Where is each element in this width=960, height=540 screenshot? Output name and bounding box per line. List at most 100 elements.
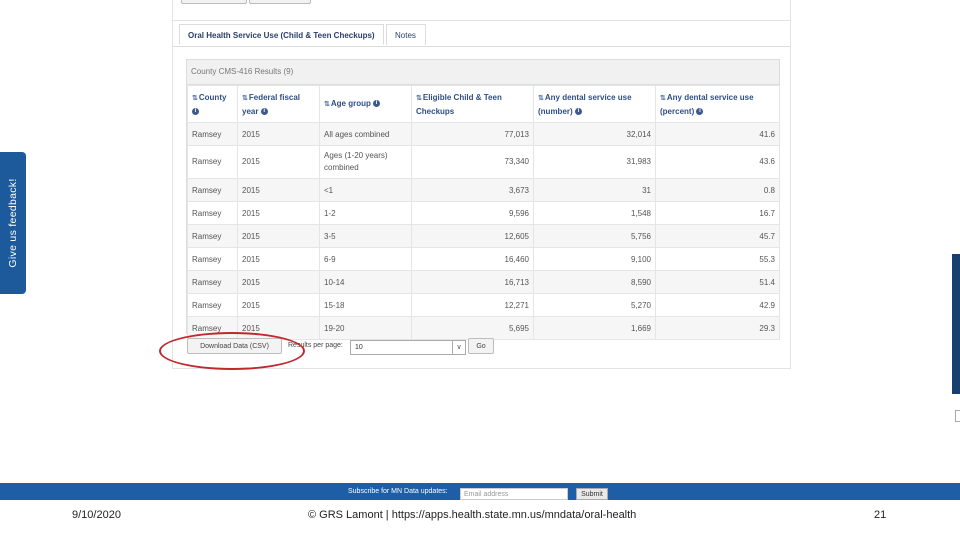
table-row: Ramsey 2015 3-5 12,605 5,756 45.7 [187,224,780,248]
table-cell: 45.7 [655,224,780,248]
table-cell: Ramsey [187,122,238,146]
column-header[interactable]: ⇅Federal fiscal year i [237,85,320,123]
sort-arrows-icon[interactable]: ⇅ [660,95,666,102]
table-cell: 42.9 [655,293,780,317]
table-cell: <1 [319,178,412,202]
column-header[interactable]: ⇅County i [187,85,238,123]
table-cell: Ramsey [187,293,238,317]
table-cell: 10-14 [319,270,412,294]
table-cell: Ramsey [187,201,238,225]
top-button-stub[interactable] [181,0,247,4]
column-header-label: Any dental service use (percent) [660,92,754,116]
table-cell: 77,013 [411,122,534,146]
info-circle-icon[interactable]: i [574,107,582,115]
table-cell: 2015 [237,293,320,317]
table-cell: 9,596 [411,201,534,225]
column-header[interactable]: ⇅Eligible Child & Teen Checkups [411,85,534,123]
subscribe-label: Subscribe for MN Data updates: [348,488,448,495]
table-row: Ramsey 2015 6-9 16,460 9,100 55.3 [187,247,780,271]
top-button-stub[interactable] [249,0,311,4]
table-cell: 55.3 [655,247,780,271]
column-header-label: Any dental service use (number) [538,92,632,116]
results-heading: County CMS-416 Results (9) [187,60,779,85]
column-header-label: Age group [330,99,371,108]
table-cell: 1,548 [533,201,656,225]
tab-oral-health-service-use[interactable]: Oral Health Service Use (Child & Teen Ch… [179,24,384,45]
table-row: Ramsey 2015 10-14 16,713 8,590 51.4 [187,270,780,294]
slide-number: 21 [874,509,887,521]
table-cell: 41.6 [655,122,780,146]
table-cell: 2015 [237,201,320,225]
table-cell: 2015 [237,270,320,294]
go-button[interactable]: Go [468,338,494,354]
table-cell: 5,270 [533,293,656,317]
table-cell: 16.7 [655,201,780,225]
table-header-row: ⇅County i ⇅Federal fiscal year i ⇅Age grou… [187,85,780,123]
sort-arrows-icon[interactable]: ⇅ [324,101,330,108]
table-cell: 16,713 [411,270,534,294]
info-circle-icon[interactable]: i [373,100,381,108]
table-cell: 16,460 [411,247,534,271]
table-cell: 32,014 [533,122,656,146]
table-cell: 2015 [237,247,320,271]
submit-button[interactable]: Submit [576,488,608,500]
column-header[interactable]: ⇅Any dental service use (percent) i [655,85,780,123]
highlight-circle [159,332,305,370]
table-cell: Ages (1-20 years) combined [319,145,412,179]
table-cell: 5,756 [533,224,656,248]
subscribe-band: Subscribe for MN Data updates: Email add… [0,483,960,500]
column-header-label: Federal fiscal year [242,92,301,116]
table-cell: 19-20 [319,316,412,340]
table-cell: 2015 [237,145,320,179]
table-cell: Ramsey [187,145,238,179]
table-cell: 9,100 [533,247,656,271]
feedback-tab[interactable]: Give us feedback! [0,152,26,294]
side-scroll-band [952,254,960,394]
table-row: Ramsey 2015 1-2 9,596 1,548 16.7 [187,201,780,225]
chevron-down-icon: ∨ [452,341,465,354]
divider [173,20,790,21]
sort-arrows-icon[interactable]: ⇅ [192,95,198,102]
table-cell: 2015 [237,178,320,202]
table-cell: 0.8 [655,178,780,202]
screenshot-frame: Oral Health Service Use (Child & Teen Ch… [172,0,791,369]
table-cell: Ramsey [187,247,238,271]
table-cell: 29.3 [655,316,780,340]
results-per-page-select[interactable]: 10 ∨ [350,340,466,355]
email-field[interactable]: Email address [460,488,568,500]
results-panel: County CMS-416 Results (9) ⇅County i ⇅Fed… [186,59,780,340]
sort-arrows-icon[interactable]: ⇅ [242,95,248,102]
table-cell: 6-9 [319,247,412,271]
table-cell: 15-18 [319,293,412,317]
table-cell: All ages combined [319,122,412,146]
scroll-handle[interactable] [955,410,960,422]
table-cell: 51.4 [655,270,780,294]
table-cell: 8,590 [533,270,656,294]
table-cell: 31,983 [533,145,656,179]
sort-arrows-icon[interactable]: ⇅ [538,95,544,102]
column-header[interactable]: ⇅Any dental service use (number) i [533,85,656,123]
column-header-label: County [198,92,227,102]
column-header[interactable]: ⇅Age group i [319,85,412,123]
info-circle-icon[interactable]: i [192,107,199,115]
table-cell: 12,271 [411,293,534,317]
info-circle-icon[interactable]: i [696,107,704,115]
feedback-label: Give us feedback! [7,178,19,268]
table-row: Ramsey 2015 Ages (1-20 years) combined 73,3… [187,145,780,179]
table-cell: Ramsey [187,224,238,248]
table-cell: 1-2 [319,201,412,225]
table-cell: 43.6 [655,145,780,179]
column-header-label: Eligible Child & Teen Checkups [416,92,502,116]
table-cell: 3,673 [411,178,534,202]
table-cell: 1,669 [533,316,656,340]
table-cell: 2015 [237,122,320,146]
table-cell: 73,340 [411,145,534,179]
table-cell: 12,605 [411,224,534,248]
table-cell: 3-5 [319,224,412,248]
table-cell: Ramsey [187,270,238,294]
slide-date: 9/10/2020 [72,509,121,521]
info-circle-icon[interactable]: i [260,107,268,115]
table-cell: 2015 [237,224,320,248]
tab-notes[interactable]: Notes [386,24,426,45]
sort-arrows-icon[interactable]: ⇅ [416,95,422,102]
